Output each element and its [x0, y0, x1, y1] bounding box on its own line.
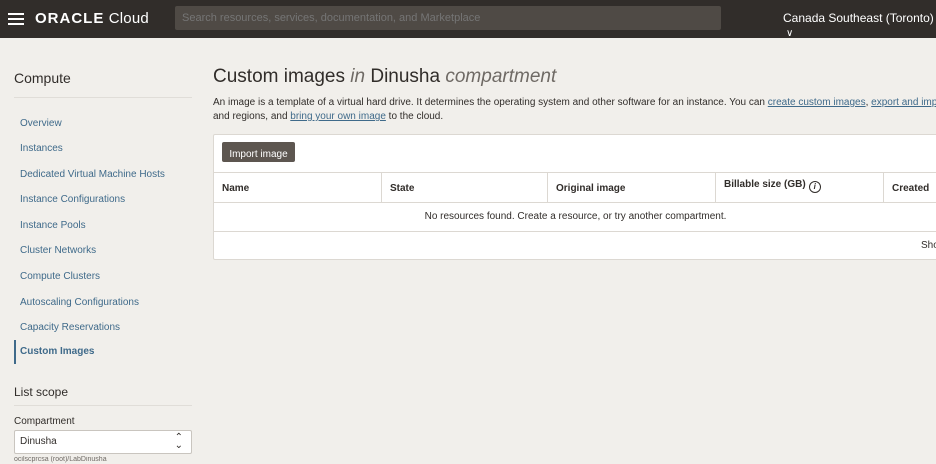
divider	[14, 405, 192, 406]
divider	[214, 231, 936, 232]
logo-product: Cloud	[108, 10, 149, 27]
desc-text: to the cloud.	[385, 111, 444, 122]
desc-text: and regions, and	[213, 111, 291, 122]
info-icon[interactable]: i	[808, 181, 821, 193]
sidebar-item-overview[interactable]: Overview	[14, 112, 192, 136]
table-header: Name State Original image Billable size …	[214, 172, 936, 203]
sidebar-item-capacity-reservations[interactable]: Capacity Reservations	[14, 316, 192, 340]
compartment-value: Dinusha	[20, 436, 57, 447]
sidebar-item-dedicated-vm-hosts[interactable]: Dedicated Virtual Machine Hosts	[14, 163, 192, 187]
compartment-select[interactable]: Dinusha ⌃ ⌄	[14, 430, 192, 454]
sidebar-item-compute-clusters[interactable]: Compute Clusters	[14, 265, 192, 289]
title-in: in	[350, 66, 366, 87]
region-label: Canada Southeast (Toronto)	[783, 11, 934, 25]
oracle-cloud-logo[interactable]: ORACLE Cloud	[35, 10, 149, 27]
empty-state-message: No resources found. Create a resource, o…	[424, 211, 727, 222]
updown-chevron-icon: ⌃ ⌄	[174, 432, 183, 451]
column-header-original-image[interactable]: Original image	[547, 173, 715, 202]
compartment-label: Compartment	[14, 416, 75, 427]
desc-text: An image is a template of a virtual hard…	[213, 97, 768, 108]
search-input[interactable]	[175, 6, 721, 30]
sidebar-item-instance-configurations[interactable]: Instance Configurations	[14, 188, 192, 212]
column-header-billable-size[interactable]: Billable size (GB) i	[715, 173, 883, 202]
export-import-link[interactable]: export and impo	[871, 97, 936, 108]
images-table-panel: Import image Name State Original image B…	[213, 134, 936, 260]
title-suffix: compartment	[445, 66, 557, 87]
region-selector[interactable]: Canada Southeast (Toronto)∨	[783, 11, 936, 39]
logo-brand: ORACLE	[35, 10, 105, 27]
sidebar-item-instances[interactable]: Instances	[14, 137, 192, 161]
top-bar: ORACLE Cloud Canada Southeast (Toronto)∨	[0, 0, 936, 39]
sidebar-item-cluster-networks[interactable]: Cluster Networks	[14, 239, 192, 263]
billable-size-label: Billable size (GB)	[724, 179, 806, 190]
page-description: An image is a template of a virtual hard…	[213, 96, 936, 124]
sidebar-item-autoscaling-configurations[interactable]: Autoscaling Configurations	[14, 291, 192, 315]
hamburger-icon[interactable]	[8, 13, 24, 25]
sidebar-item-instance-pools[interactable]: Instance Pools	[14, 214, 192, 238]
divider	[14, 97, 192, 98]
create-custom-images-link[interactable]: create custom images	[768, 97, 866, 108]
sidebar-title: Compute	[14, 70, 71, 86]
page-title: Custom images in Dinusha compartment	[213, 66, 556, 88]
title-prefix: Custom images	[213, 66, 345, 87]
bring-your-own-image-link[interactable]: bring your own image	[290, 111, 386, 122]
pagination-summary: Sho	[921, 240, 936, 251]
title-compartment: Dinusha	[370, 66, 441, 87]
column-header-created[interactable]: Created	[883, 173, 936, 202]
compartment-path: ocilscprcsa (root)/LabDinusha	[14, 456, 107, 463]
column-header-state[interactable]: State	[381, 173, 547, 202]
sidebar-item-custom-images[interactable]: Custom Images	[14, 340, 192, 364]
list-scope-title: List scope	[14, 385, 69, 399]
import-image-button[interactable]: Import image	[222, 142, 295, 162]
column-header-name[interactable]: Name	[214, 173, 381, 202]
sidebar: Compute Overview Instances Dedicated Vir…	[0, 38, 200, 464]
main-content: Custom images in Dinusha compartment An …	[213, 38, 936, 464]
